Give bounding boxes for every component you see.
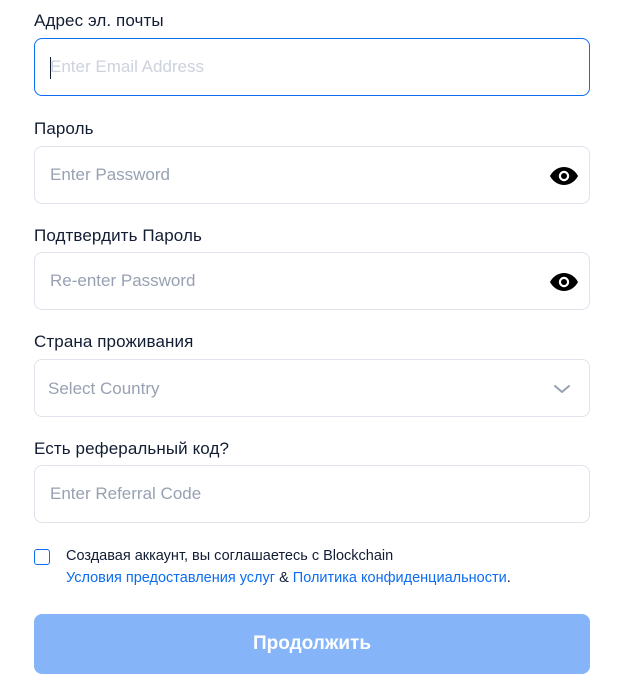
referral-label: Есть реферальный код? bbox=[34, 439, 230, 458]
terms-links-line: Условия предоставления услуг & Политика … bbox=[66, 570, 511, 586]
country-select[interactable]: Select Country bbox=[34, 359, 590, 417]
email-input[interactable] bbox=[35, 39, 589, 95]
terms-ampersand: & bbox=[275, 570, 293, 586]
privacy-policy-link[interactable]: Политика конфиденциальности bbox=[293, 570, 507, 586]
country-select-value: Select Country bbox=[48, 379, 160, 398]
confirm-password-field-container bbox=[34, 252, 590, 310]
password-field-container bbox=[34, 146, 590, 204]
eye-icon[interactable] bbox=[549, 267, 579, 297]
referral-field-container bbox=[34, 465, 590, 523]
country-label: Страна проживания bbox=[34, 332, 194, 351]
terms-of-service-link[interactable]: Условия предоставления услуг bbox=[66, 570, 275, 586]
password-label: Пароль bbox=[34, 119, 94, 138]
password-input[interactable] bbox=[35, 147, 589, 203]
text-caret bbox=[50, 57, 51, 79]
terms-period: . bbox=[506, 570, 511, 586]
confirm-password-label: Подтвердить Пароль bbox=[34, 226, 202, 245]
terms-text: Создавая аккаунт, вы соглашаетесь с Bloc… bbox=[66, 548, 394, 564]
email-field-container bbox=[34, 38, 590, 96]
eye-icon[interactable] bbox=[549, 161, 579, 191]
continue-button[interactable]: Продолжить bbox=[34, 614, 590, 674]
confirm-password-input[interactable] bbox=[35, 253, 589, 309]
terms-checkbox[interactable] bbox=[34, 549, 50, 565]
chevron-down-icon bbox=[553, 381, 571, 397]
email-label: Адрес эл. почты bbox=[34, 11, 164, 30]
referral-code-input[interactable] bbox=[35, 466, 589, 522]
